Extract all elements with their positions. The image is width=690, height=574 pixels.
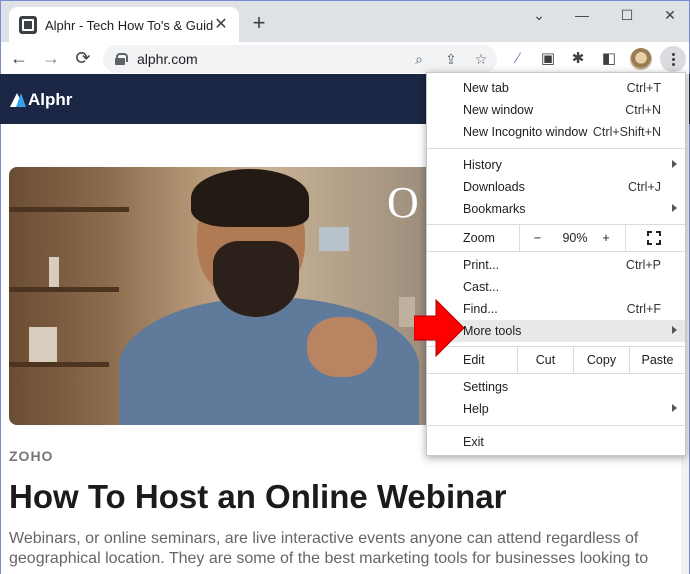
- chrome-menu-button[interactable]: [660, 46, 686, 72]
- menu-item-new-tab[interactable]: New tab Ctrl+T: [427, 77, 685, 99]
- menu-item-new-window[interactable]: New window Ctrl+N: [427, 99, 685, 121]
- tab-close-icon[interactable]: ✕: [213, 17, 229, 33]
- menu-shortcut: Ctrl+T: [626, 81, 661, 95]
- paste-button[interactable]: Paste: [629, 347, 685, 373]
- menu-item-downloads[interactable]: Downloads Ctrl+J: [427, 176, 685, 198]
- menu-label: More tools: [463, 324, 522, 338]
- side-panel-icon[interactable]: ◧: [598, 48, 620, 70]
- zoom-out-button[interactable]: −: [519, 225, 555, 251]
- article-excerpt: Webinars, or online seminars, are live i…: [9, 530, 649, 567]
- submenu-arrow-icon: [672, 404, 677, 412]
- menu-label: Exit: [463, 435, 484, 449]
- shelf: [9, 362, 109, 367]
- tab-strip: Alphr - Tech How To's & Guides ✕ + ⌄ — ☐…: [0, 0, 690, 43]
- profile-avatar[interactable]: [630, 48, 652, 70]
- book: [399, 297, 415, 327]
- address-bar[interactable]: alphr.com ⌕ ⇪ ☆: [103, 45, 497, 73]
- hero-hand: [307, 317, 377, 377]
- menu-item-history[interactable]: History: [427, 154, 685, 176]
- menu-item-help[interactable]: Help: [427, 398, 685, 420]
- menu-label: New Incognito window: [463, 125, 588, 139]
- menu-label: Settings: [463, 380, 509, 394]
- hero-overlay-text: O: [387, 178, 419, 227]
- maximize-button[interactable]: ☐: [612, 7, 642, 27]
- menu-label: New window: [463, 103, 534, 117]
- fullscreen-icon: [647, 231, 661, 245]
- reload-button[interactable]: ⟳: [71, 46, 95, 70]
- submenu-arrow-icon: [672, 326, 677, 334]
- sponsor-tag[interactable]: ZOHO: [9, 448, 53, 464]
- url-text[interactable]: alphr.com: [137, 51, 198, 67]
- lock-icon[interactable]: [115, 53, 128, 65]
- menu-item-cast[interactable]: Cast...: [427, 276, 685, 298]
- menu-label: Bookmarks: [463, 202, 526, 216]
- cut-button[interactable]: Cut: [517, 347, 573, 373]
- book: [319, 227, 349, 251]
- submenu-arrow-icon: [672, 204, 677, 212]
- menu-shortcut: Ctrl+P: [625, 258, 661, 272]
- menu-divider: [427, 425, 685, 426]
- screenshot-extension-icon[interactable]: ▣: [537, 48, 559, 70]
- tab-search-icon[interactable]: ⌄: [524, 7, 554, 27]
- menu-divider: [427, 148, 685, 149]
- puzzle-extensions-icon[interactable]: ✱: [567, 48, 589, 70]
- menu-item-bookmarks[interactable]: Bookmarks: [427, 198, 685, 220]
- browser-tab[interactable]: Alphr - Tech How To's & Guides ✕: [9, 7, 239, 43]
- menu-label: Find...: [463, 302, 498, 316]
- share-icon[interactable]: ⇪: [441, 49, 461, 69]
- menu-label: Cast...: [463, 280, 500, 294]
- tab-title: Alphr - Tech How To's & Guides: [45, 17, 213, 33]
- shelf: [9, 287, 119, 292]
- zoom-icon[interactable]: ⌕: [409, 49, 429, 69]
- menu-label: New tab: [463, 81, 509, 95]
- site-logo[interactable]: Alphr: [10, 90, 72, 110]
- close-window-button[interactable]: ✕: [655, 7, 685, 27]
- menu-zoom-row: Zoom − 90% +: [427, 225, 685, 251]
- edit-label: Edit: [463, 353, 485, 367]
- zoom-level: 90%: [562, 231, 588, 245]
- feather-extension-icon[interactable]: ∕: [507, 48, 529, 70]
- submenu-arrow-icon: [672, 160, 677, 168]
- shelf: [9, 207, 129, 212]
- bookmark-star-icon[interactable]: ☆: [471, 49, 491, 69]
- hero-image[interactable]: O: [9, 167, 439, 425]
- forward-button[interactable]: →: [39, 46, 63, 70]
- alphr-favicon-icon: [19, 16, 37, 34]
- menu-shortcut: Ctrl+Shift+N: [592, 125, 661, 139]
- menu-item-print[interactable]: Print... Ctrl+P: [427, 254, 685, 276]
- menu-label: Help: [463, 402, 489, 416]
- menu-shortcut: Ctrl+N: [625, 103, 661, 117]
- book: [49, 257, 59, 287]
- copy-button[interactable]: Copy: [573, 347, 629, 373]
- menu-label: Print...: [463, 258, 500, 272]
- back-button[interactable]: ←: [7, 46, 31, 70]
- menu-label: History: [463, 158, 502, 172]
- hero-beard: [213, 241, 299, 317]
- menu-shortcut: Ctrl+J: [628, 180, 661, 194]
- alphr-logo-icon: [10, 93, 26, 107]
- book: [29, 327, 57, 362]
- menu-divider: [427, 373, 685, 374]
- chrome-main-menu: New tab Ctrl+T New window Ctrl+N New Inc…: [426, 72, 686, 456]
- minimize-button[interactable]: —: [567, 7, 597, 27]
- new-tab-button[interactable]: +: [247, 12, 271, 36]
- logo-text: Alphr: [28, 90, 73, 109]
- article-title[interactable]: How To Host an Online Webinar: [9, 478, 506, 516]
- menu-item-settings[interactable]: Settings: [427, 376, 685, 398]
- menu-item-new-incognito-window[interactable]: New Incognito window Ctrl+Shift+N: [427, 121, 685, 143]
- zoom-in-button[interactable]: +: [595, 225, 617, 251]
- zoom-label: Zoom: [463, 231, 495, 245]
- menu-item-exit[interactable]: Exit: [427, 431, 685, 453]
- hero-hair: [191, 169, 309, 227]
- menu-shortcut: Ctrl+F: [626, 302, 661, 316]
- menu-label: Downloads: [463, 180, 525, 194]
- menu-divider: [427, 251, 685, 252]
- red-pointer-arrow-icon: [414, 298, 465, 358]
